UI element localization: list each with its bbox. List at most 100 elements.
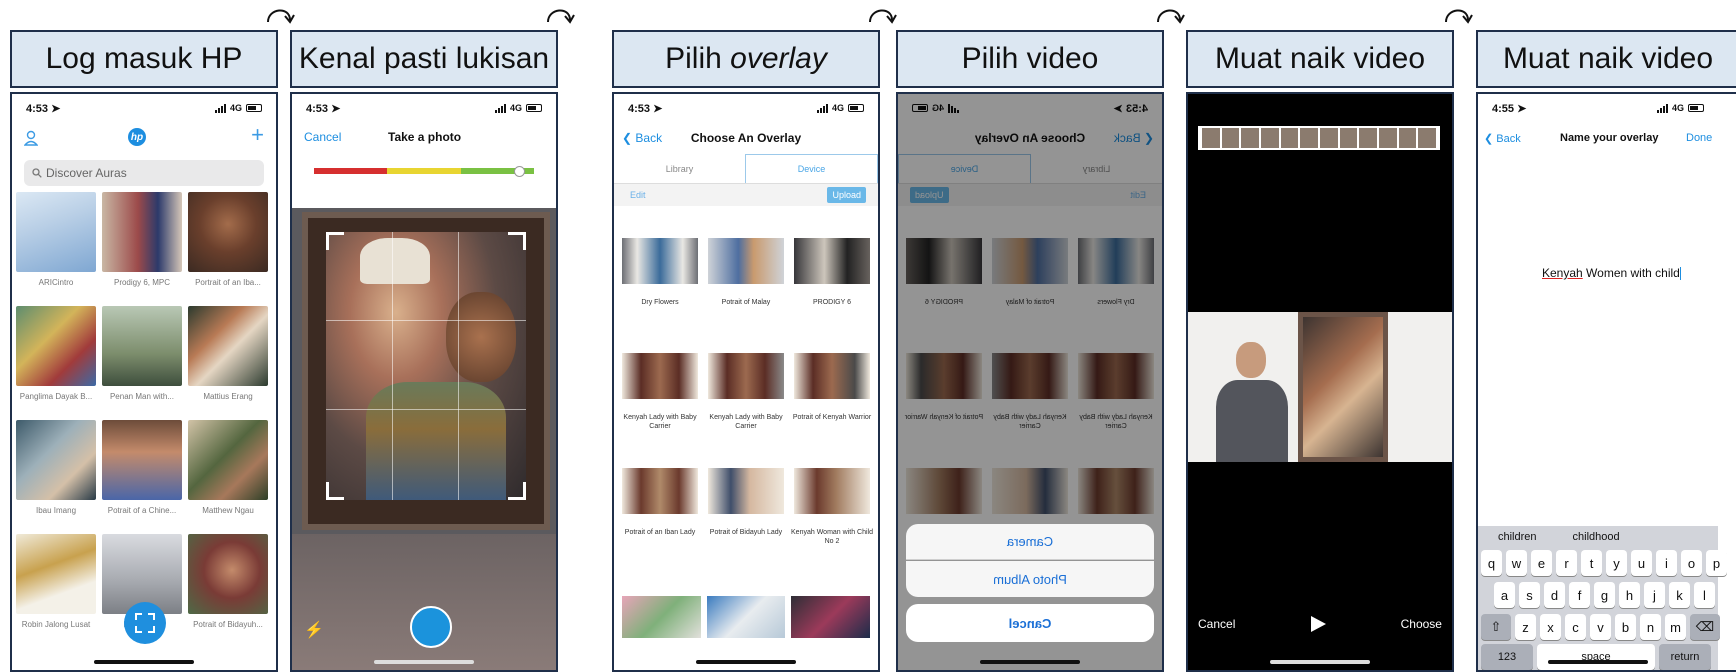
back-chevron-icon: ❮ <box>622 131 633 145</box>
plus-icon[interactable]: + <box>251 122 264 148</box>
key[interactable]: o <box>1681 550 1702 576</box>
suggestion[interactable]: children <box>1498 531 1537 543</box>
overlay-item[interactable]: Kenyah Woman with Child No 2 <box>790 468 874 583</box>
aura-tile[interactable]: Potrait of Bidayuh... <box>188 534 268 648</box>
aura-tile[interactable]: Mattius Erang <box>188 306 268 420</box>
return-key[interactable]: return <box>1659 644 1711 670</box>
key[interactable]: m <box>1665 614 1686 640</box>
location-arrow-icon: ➤ <box>51 102 61 115</box>
scan-frame-icon <box>135 613 155 633</box>
key[interactable]: n <box>1640 614 1661 640</box>
key[interactable]: h <box>1619 582 1640 608</box>
back-button[interactable]: ❮ Back <box>1484 132 1521 145</box>
key[interactable]: y <box>1606 550 1627 576</box>
cancel-button[interactable]: Cancel <box>304 130 341 144</box>
battery-icon <box>1688 104 1704 112</box>
key[interactable]: b <box>1615 614 1636 640</box>
aura-tile[interactable]: Prodigy 6, MPC <box>102 192 182 306</box>
keyboard-row-3: ⇧ zxcvbnm ⌫ <box>1481 614 1720 640</box>
text-cursor <box>1679 267 1681 281</box>
key[interactable]: q <box>1481 550 1502 576</box>
cancel-sheet-button[interactable]: Cancel <box>906 604 1154 642</box>
overlay-item[interactable]: Potrait of Bidayuh Lady <box>704 468 788 583</box>
overlay-item[interactable]: PRODIGY 6 <box>790 238 874 353</box>
status-bar: 4:53 ➤ 4G <box>12 94 276 122</box>
key[interactable]: d <box>1544 582 1565 608</box>
play-icon[interactable] <box>1308 614 1328 634</box>
key[interactable]: g <box>1594 582 1615 608</box>
aura-tile[interactable]: Robin Jalong Lusat <box>16 534 96 648</box>
tab-device[interactable]: Device <box>745 154 878 183</box>
key[interactable]: r <box>1556 550 1577 576</box>
shift-key[interactable]: ⇧ <box>1481 614 1511 640</box>
key[interactable]: w <box>1506 550 1527 576</box>
key[interactable]: k <box>1669 582 1690 608</box>
aura-tile[interactable]: Portrait of an Iba... <box>188 192 268 306</box>
key[interactable]: p <box>1706 550 1727 576</box>
scan-button[interactable] <box>124 602 166 644</box>
aura-tile[interactable]: Potrait of a Chine... <box>102 420 182 534</box>
overlay-item[interactable]: Potrait of an Iban Lady <box>618 468 702 583</box>
key[interactable]: f <box>1569 582 1590 608</box>
key[interactable]: j <box>1644 582 1665 608</box>
flash-icon[interactable]: ⚡ <box>304 620 324 640</box>
phone-screen-video-source: 4:53 ➤ 4G ❮ Back Choose An Overlay Libra… <box>896 92 1164 672</box>
tab-library[interactable]: Library <box>614 154 745 183</box>
name-nav: ❮ Back Name your overlay Done <box>1478 122 1718 154</box>
overlay-name-input[interactable]: Kenyah Women with child <box>1542 266 1681 281</box>
key[interactable]: e <box>1531 550 1552 576</box>
cancel-button[interactable]: Cancel <box>1198 617 1235 631</box>
painting-photo <box>326 232 526 500</box>
shutter-button[interactable] <box>410 606 452 648</box>
key[interactable]: s <box>1519 582 1540 608</box>
overlay-item[interactable]: Potrait of Malay <box>704 238 788 353</box>
space-key[interactable]: space <box>1537 644 1655 670</box>
status-time: 4:53 <box>306 102 329 115</box>
signal-icon <box>1656 103 1668 113</box>
aura-tile[interactable]: Ibau Imang <box>16 420 96 534</box>
camera-option[interactable]: Camera <box>906 524 1154 560</box>
phone-screen-home: 4:53 ➤ 4G hp + Discover Auras ARICintro … <box>10 92 278 672</box>
key[interactable]: t <box>1581 550 1602 576</box>
suggestion[interactable]: childhood <box>1573 531 1620 543</box>
battery-icon <box>848 104 864 112</box>
video-filmstrip[interactable] <box>1198 126 1440 150</box>
back-button[interactable]: ❮ Back <box>622 131 662 145</box>
key[interactable]: u <box>1631 550 1652 576</box>
key[interactable]: c <box>1565 614 1586 640</box>
aura-tile[interactable]: Panglima Dayak B... <box>16 306 96 420</box>
panel-login: Log masuk HP 4:53 ➤ 4G hp + Discover Aur… <box>10 0 278 672</box>
panel-upload-video-preview: Muat naik video Cancel Choose <box>1186 0 1454 672</box>
home-indicator <box>980 660 1080 664</box>
key[interactable]: l <box>1694 582 1715 608</box>
key[interactable]: a <box>1494 582 1515 608</box>
aura-tile[interactable]: Matthew Ngau <box>188 420 268 534</box>
overlay-item[interactable]: Potrait of Kenyah Warrior <box>790 353 874 468</box>
search-input[interactable]: Discover Auras <box>24 160 264 186</box>
overlay-title: Choose An Overlay <box>690 131 802 145</box>
key[interactable]: z <box>1515 614 1536 640</box>
step-label: Muat naik video <box>1476 30 1736 88</box>
key[interactable]: i <box>1656 550 1677 576</box>
choose-button[interactable]: Choose <box>1401 617 1442 631</box>
search-icon <box>32 168 42 178</box>
done-button[interactable]: Done <box>1686 132 1712 144</box>
shift-icon: ⇧ <box>1490 619 1502 634</box>
home-indicator <box>374 660 474 664</box>
home-indicator <box>1270 660 1370 664</box>
edit-button[interactable]: Edit <box>630 190 646 200</box>
numbers-key[interactable]: 123 <box>1481 644 1533 670</box>
upload-button[interactable]: Upload <box>827 187 866 203</box>
key[interactable]: v <box>1590 614 1611 640</box>
video-controls: Cancel Choose <box>1198 614 1442 634</box>
profile-icon[interactable] <box>24 130 38 146</box>
aura-tile[interactable]: Penan Man with... <box>102 306 182 420</box>
overlay-item[interactable]: Kenyah Lady with Baby Carrier <box>704 353 788 468</box>
curl-arrow-icon <box>547 9 575 24</box>
key[interactable]: x <box>1540 614 1561 640</box>
aura-tile[interactable]: ARICintro <box>16 192 96 306</box>
overlay-item[interactable]: Kenyah Lady with Baby Carrier <box>618 353 702 468</box>
overlay-item[interactable]: Dry Flowers <box>618 238 702 353</box>
photo-album-option[interactable]: Photo Album <box>906 561 1154 597</box>
delete-key[interactable]: ⌫ <box>1690 614 1720 640</box>
